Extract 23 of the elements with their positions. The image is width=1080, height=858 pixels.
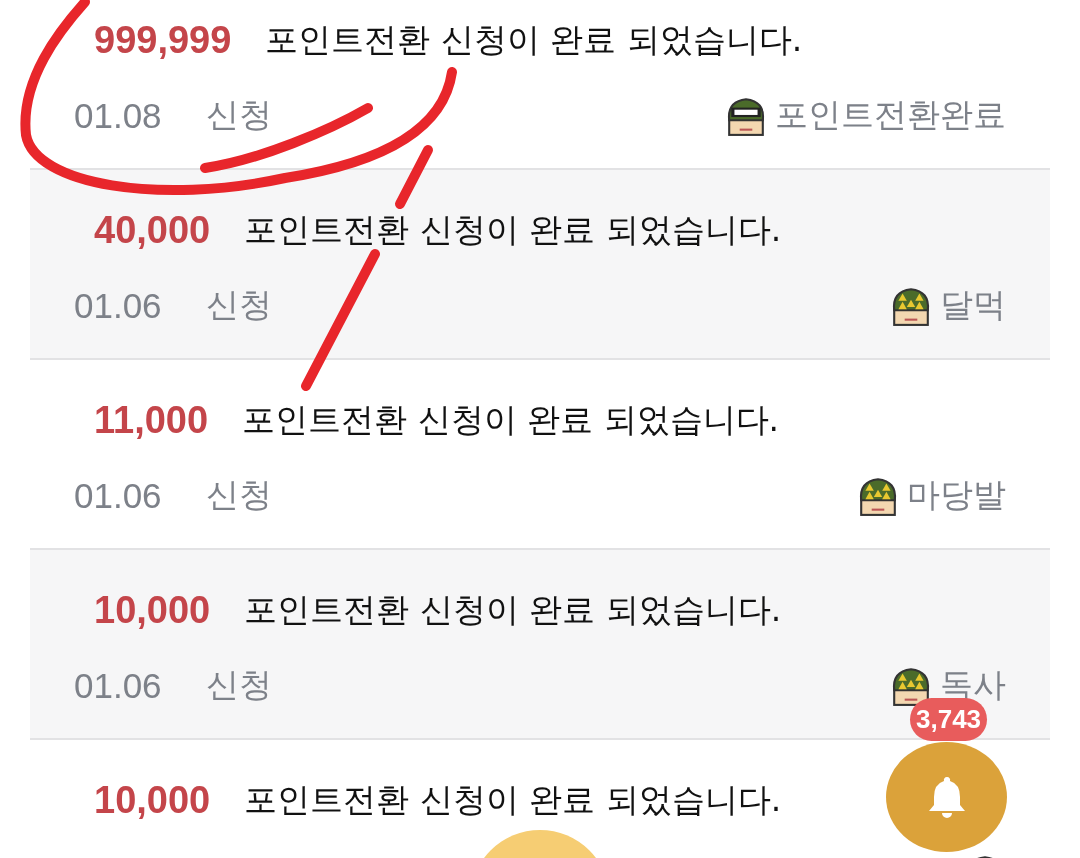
status-text: 신청	[205, 474, 272, 516]
status-text: 신청	[205, 664, 272, 706]
point-amount: 11,000	[94, 399, 209, 442]
date-text: 01.06	[74, 285, 162, 326]
notification-message: 포인트전환 신청이 완료 되었습니다.	[244, 589, 782, 631]
notification-row[interactable]: 40,000 포인트전환 신청이 완료 되었습니다. 01.06 신청 달먹	[30, 170, 1050, 360]
date-text: 01.06	[74, 665, 162, 706]
status-text: 신청	[205, 284, 272, 326]
user-name: 포인트전환완료	[775, 94, 1006, 136]
notification-message: 포인트전환 신청이 완료 되었습니다.	[242, 399, 780, 441]
user-name: 마당발	[907, 474, 1006, 516]
point-amount: 10,000	[94, 779, 211, 822]
point-amount: 40,000	[94, 209, 211, 252]
notification-message: 포인트전환 신청이 완료 되었습니다.	[244, 209, 782, 251]
notification-message: 포인트전환 신청이 완료 되었습니다.	[265, 19, 803, 61]
status-text: 신청	[205, 94, 272, 136]
date-text: 01.06	[74, 475, 162, 516]
bell-icon	[926, 775, 967, 819]
date-text: 01.08	[74, 95, 162, 136]
user-name: 달먹	[940, 284, 1006, 326]
notification-message: 포인트전환 신청이 완료 되었습니다.	[244, 779, 782, 821]
point-amount: 10,000	[94, 589, 211, 632]
point-amount: 999,999	[94, 19, 232, 62]
